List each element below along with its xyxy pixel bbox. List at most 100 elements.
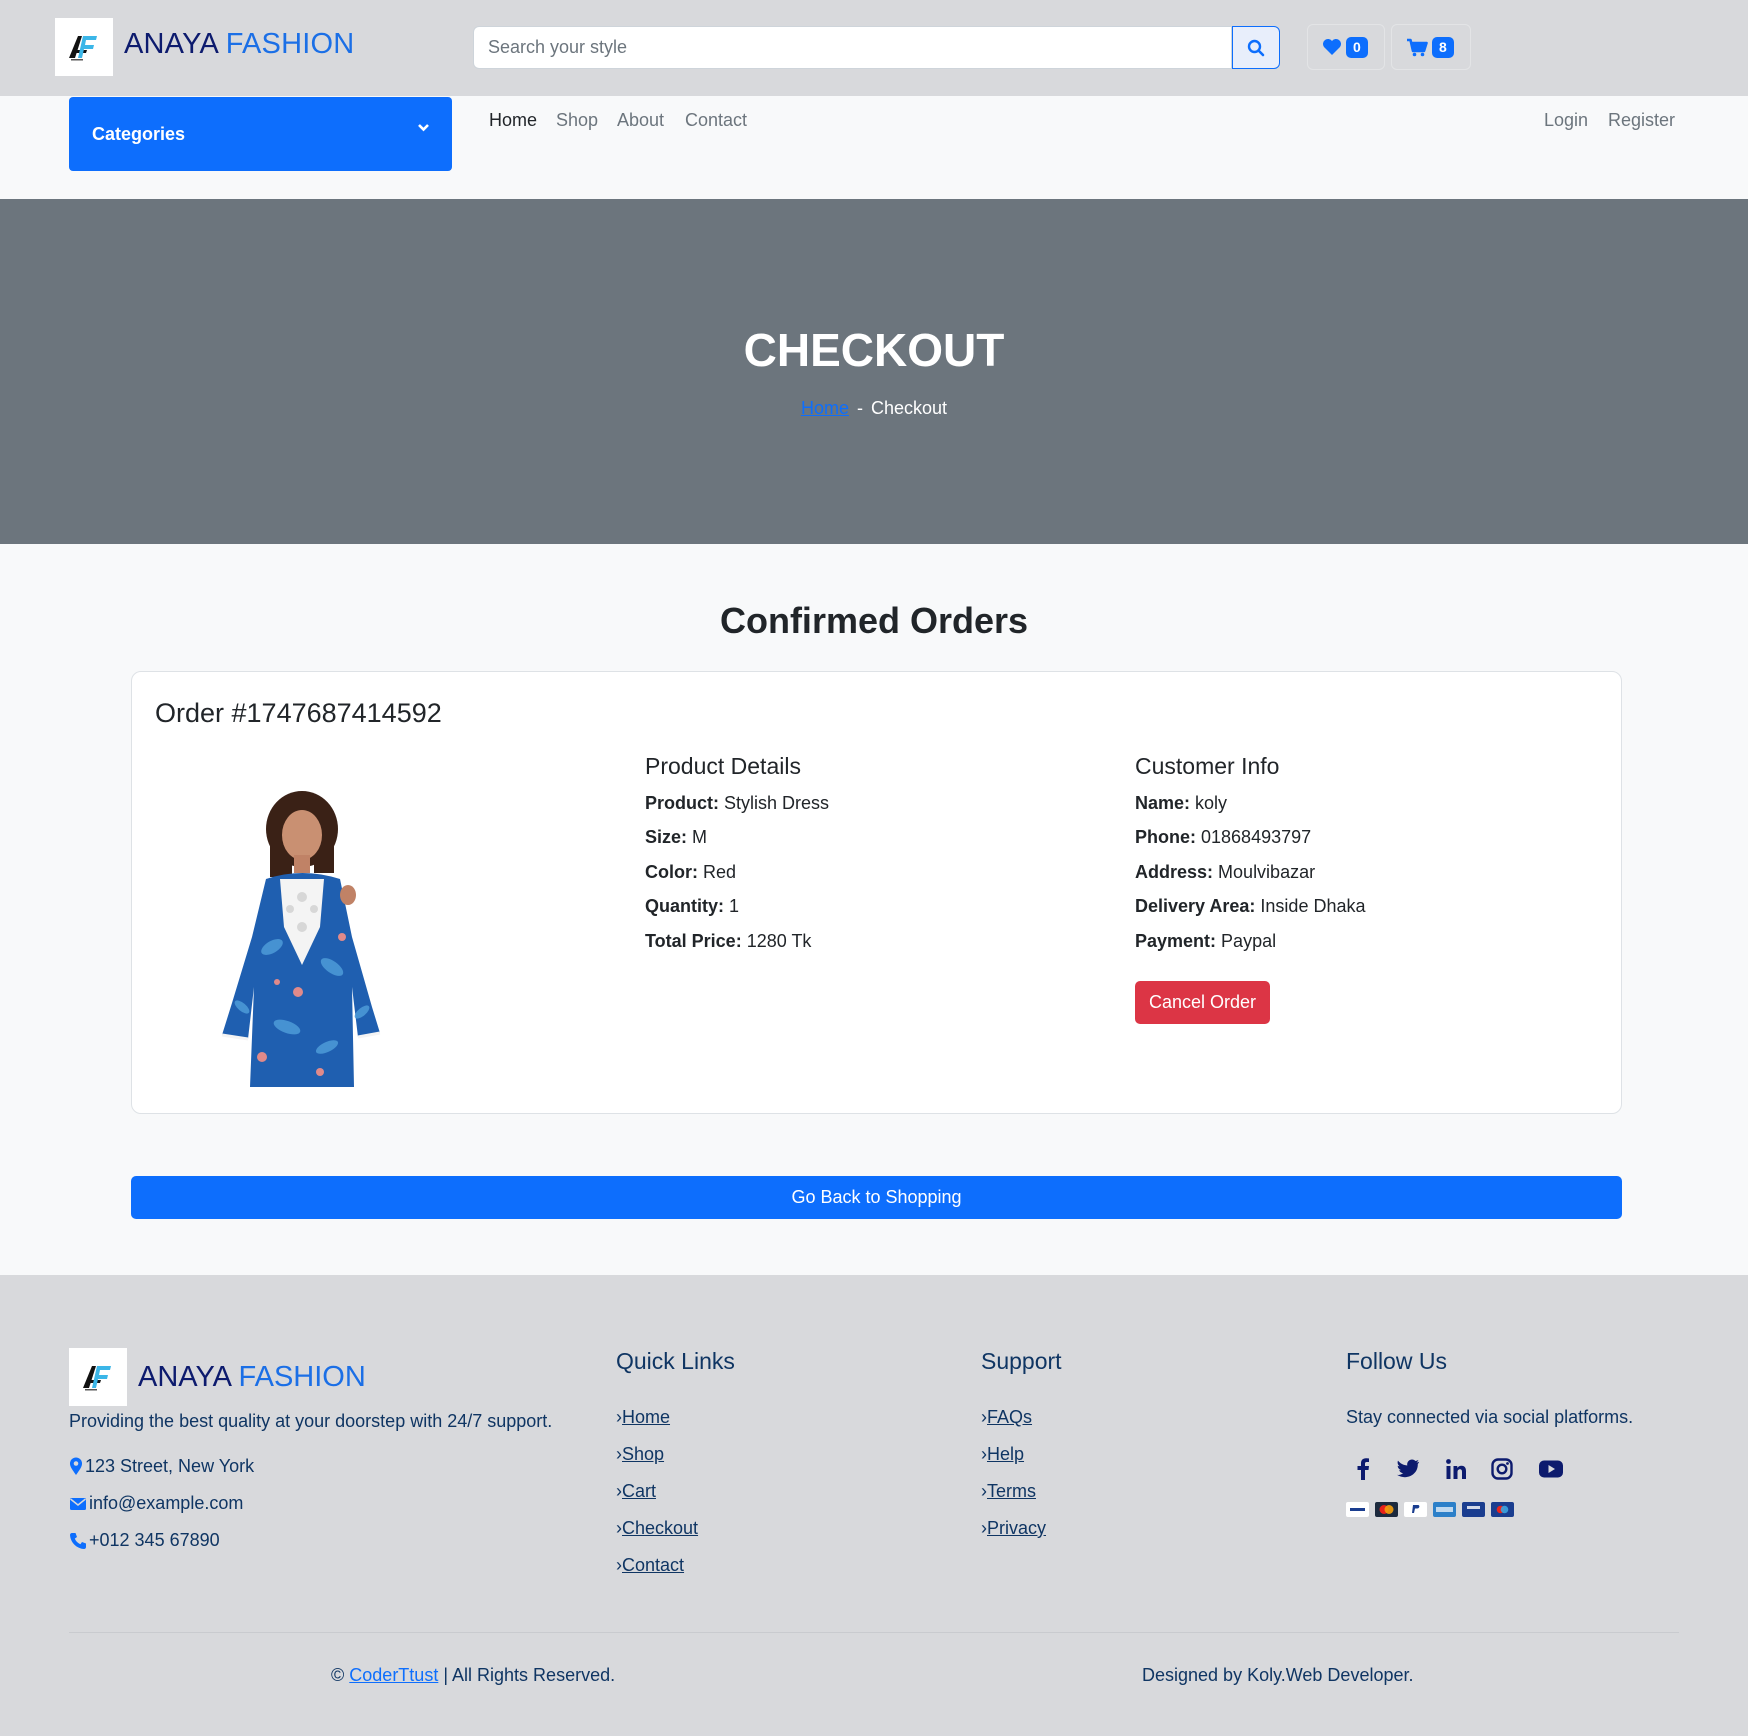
chevron-down-icon xyxy=(418,124,429,132)
name-value: koly xyxy=(1195,793,1228,813)
confirmed-orders-heading: Confirmed Orders xyxy=(719,600,1029,641)
follow-us-text: Stay connected via social platforms. xyxy=(1346,1407,1634,1427)
linkedin-icon[interactable] xyxy=(1445,1458,1467,1480)
footer-address: 123 Street, New York xyxy=(69,1456,254,1477)
order-card: Order #1747687414592 Product Details Pro… xyxy=(131,671,1622,1114)
main-navbar: Categories Home Shop About Contact Login… xyxy=(0,96,1748,199)
color-label: Color: xyxy=(645,862,698,882)
heart-icon xyxy=(1323,39,1341,55)
footer-link-contact-text[interactable]: Contact xyxy=(622,1555,684,1576)
footer-link-faqs[interactable]: › FAQs xyxy=(981,1407,1032,1428)
instagram-icon[interactable] xyxy=(1491,1458,1513,1480)
footer-brand-name: ANAYA FASHION xyxy=(138,1361,366,1394)
brand-logo[interactable] xyxy=(55,18,113,76)
phone-value: 01868493797 xyxy=(1201,827,1312,847)
area-value: Inside Dhaka xyxy=(1260,896,1366,916)
maestro-icon xyxy=(1491,1502,1514,1517)
breadcrumb-home-link[interactable]: Home xyxy=(801,398,849,418)
customer-name-row: Name: koly xyxy=(1135,793,1227,814)
back-to-shopping-button[interactable]: Go Back to Shopping xyxy=(131,1176,1622,1219)
customer-phone-row: Phone: 01868493797 xyxy=(1135,827,1311,848)
product-value: Stylish Dress xyxy=(724,793,830,813)
copyright-link[interactable]: CoderTtust xyxy=(349,1665,438,1685)
categories-dropdown[interactable]: Categories xyxy=(69,97,452,171)
search-icon xyxy=(1247,39,1265,56)
total-value: 1280 Tk xyxy=(746,931,812,951)
customer-info-heading: Customer Info xyxy=(1135,753,1280,779)
logo-mark-icon xyxy=(83,1366,111,1391)
footer-brand-part-2: FASHION xyxy=(238,1361,366,1393)
quantity-row: Quantity: 1 xyxy=(645,896,739,917)
footer-link-cart-text[interactable]: Cart xyxy=(622,1481,656,1502)
twitter-icon[interactable] xyxy=(1397,1458,1421,1480)
nav-contact[interactable]: Contact xyxy=(685,110,747,131)
categories-label: Categories xyxy=(92,123,186,144)
footer-link-terms[interactable]: › Terms xyxy=(981,1481,1036,1502)
breadcrumb-separator: - xyxy=(856,398,863,418)
phone-label: Phone: xyxy=(1135,827,1196,847)
nav-about[interactable]: About xyxy=(617,110,664,131)
product-details-heading: Product Details xyxy=(645,753,801,779)
site-footer xyxy=(0,1275,1748,1736)
customer-address-row: Address: Moulvibazar xyxy=(1135,862,1315,883)
cart-button[interactable]: 8 xyxy=(1391,24,1471,70)
footer-address-text: 123 Street, New York xyxy=(85,1456,255,1476)
nav-home[interactable]: Home xyxy=(489,110,537,131)
search-input[interactable] xyxy=(473,26,1232,69)
footer-link-checkout-text[interactable]: Checkout xyxy=(622,1518,698,1539)
footer-link-home[interactable]: › Home xyxy=(616,1407,670,1428)
footer-divider xyxy=(69,1632,1679,1633)
footer-link-help-text[interactable]: Help xyxy=(987,1444,1024,1465)
footer-link-checkout[interactable]: › Checkout xyxy=(616,1518,698,1539)
footer-link-privacy[interactable]: › Privacy xyxy=(981,1518,1046,1539)
size-label: Size: xyxy=(645,827,688,847)
quick-links-heading: Quick Links xyxy=(616,1348,735,1374)
footer-link-help[interactable]: › Help xyxy=(981,1444,1024,1465)
delivery-area-row: Delivery Area: Inside Dhaka xyxy=(1135,896,1366,917)
breadcrumb: Home - Checkout xyxy=(0,398,1748,419)
follow-us-heading: Follow Us xyxy=(1346,1348,1447,1374)
copyright: © CoderTtust | All Rights Reserved. xyxy=(331,1665,615,1686)
search-bar xyxy=(473,26,1280,69)
product-image xyxy=(221,791,381,1087)
envelope-icon xyxy=(70,1497,86,1510)
footer-phone-text: +012 345 67890 xyxy=(89,1530,220,1550)
breadcrumb-current: Checkout xyxy=(870,398,948,418)
footer-link-shop-text[interactable]: Shop xyxy=(622,1444,664,1465)
mastercard-icon xyxy=(1375,1502,1398,1517)
footer-link-home-text[interactable]: Home xyxy=(622,1407,670,1428)
page-title: CHECKOUT xyxy=(743,324,1005,376)
brand-name[interactable]: ANAYA FASHION xyxy=(124,28,354,61)
footer-logo[interactable] xyxy=(69,1348,127,1406)
footer-link-shop[interactable]: › Shop xyxy=(616,1444,664,1465)
nav-register[interactable]: Register xyxy=(1608,110,1675,131)
size-row: Size: M xyxy=(645,827,707,848)
cart-count-badge: 8 xyxy=(1432,36,1454,58)
footer-link-terms-text[interactable]: Terms xyxy=(987,1481,1036,1502)
paypal-icon xyxy=(1404,1502,1427,1517)
order-number: Order #1747687414592 xyxy=(155,698,442,728)
color-row: Color: Red xyxy=(645,862,736,883)
wishlist-button[interactable]: 0 xyxy=(1307,24,1385,70)
copyright-suffix: | All Rights Reserved. xyxy=(443,1665,616,1685)
footer-link-faqs-text[interactable]: FAQs xyxy=(987,1407,1032,1428)
footer-link-contact[interactable]: › Contact xyxy=(616,1555,684,1576)
footer-link-cart[interactable]: › Cart xyxy=(616,1481,656,1502)
nav-login[interactable]: Login xyxy=(1544,110,1588,131)
footer-email: info@example.com xyxy=(69,1493,243,1514)
copyright-symbol: © xyxy=(331,1665,345,1685)
cancel-order-button[interactable]: Cancel Order xyxy=(1135,981,1270,1024)
color-value: Red xyxy=(703,862,737,882)
footer-brand-part-1: ANAYA xyxy=(138,1361,231,1393)
youtube-icon[interactable] xyxy=(1538,1458,1564,1480)
facebook-icon[interactable] xyxy=(1355,1458,1371,1480)
amex-icon xyxy=(1433,1502,1456,1517)
address-label: Address: xyxy=(1135,862,1214,882)
area-label: Delivery Area: xyxy=(1135,896,1256,916)
support-heading: Support xyxy=(981,1348,1062,1374)
nav-shop[interactable]: Shop xyxy=(556,110,598,131)
footer-link-privacy-text[interactable]: Privacy xyxy=(987,1518,1046,1539)
size-value: M xyxy=(692,827,708,847)
brand-part-2: FASHION xyxy=(225,28,355,60)
search-button[interactable] xyxy=(1232,26,1280,69)
